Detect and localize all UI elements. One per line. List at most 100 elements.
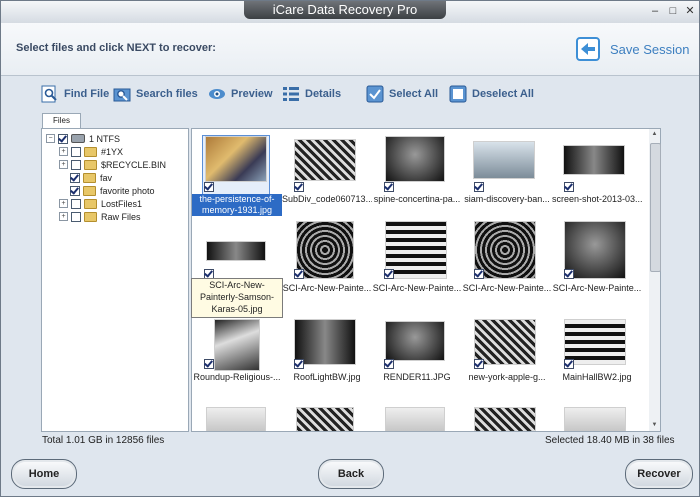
file-tile[interactable] xyxy=(192,405,282,431)
app-window: iCare Data Recovery Pro – □ ✕ Select fil… xyxy=(0,0,700,497)
tree-item-label: 1 NTFS xyxy=(89,133,121,144)
file-thumbnail xyxy=(564,407,626,431)
save-session-icon xyxy=(576,37,600,61)
header: Select files and click NEXT to recover: … xyxy=(1,23,699,76)
back-button[interactable]: Back xyxy=(318,459,384,489)
collapse-icon[interactable]: − xyxy=(46,134,55,143)
tree-checkbox[interactable] xyxy=(70,185,80,196)
deselect-all-icon xyxy=(449,85,467,103)
file-thumbnail xyxy=(474,407,536,431)
file-checkbox[interactable] xyxy=(474,182,484,192)
instruction-text: Select files and click NEXT to recover: xyxy=(16,42,216,54)
tree-checkbox[interactable] xyxy=(71,211,81,222)
file-checkbox[interactable] xyxy=(474,359,484,369)
file-checkbox[interactable] xyxy=(384,182,394,192)
vertical-scrollbar[interactable]: ▲ ▼ xyxy=(649,128,661,432)
deselect-all-button[interactable]: Deselect All xyxy=(449,84,534,104)
save-session-button[interactable]: Save Session xyxy=(575,34,690,64)
preview-button[interactable]: Preview xyxy=(208,84,273,104)
find-file-label: Find File xyxy=(64,88,110,100)
file-tile[interactable]: the-persistence-of-memory-1931.jpg xyxy=(192,131,282,227)
file-checkbox[interactable] xyxy=(384,269,394,279)
title-bar: iCare Data Recovery Pro – □ ✕ xyxy=(1,1,699,23)
file-checkbox[interactable] xyxy=(564,182,574,192)
file-thumbnail xyxy=(385,321,445,361)
details-button[interactable]: Details xyxy=(282,84,341,104)
tree-checkbox[interactable] xyxy=(71,146,81,157)
file-thumbnail xyxy=(205,136,267,182)
tree-item-raw-files[interactable]: + Raw Files xyxy=(59,210,141,223)
file-tile[interactable] xyxy=(462,405,552,431)
details-label: Details xyxy=(305,88,342,100)
scroll-down-icon[interactable]: ▼ xyxy=(649,420,660,431)
file-thumbnail xyxy=(385,221,447,279)
folder-icon xyxy=(84,198,97,209)
file-tile[interactable]: SCI-Arc-New-Painte... xyxy=(552,221,642,317)
file-tile[interactable]: SCI-Arc-New-Painte... xyxy=(282,221,372,317)
file-thumbnail xyxy=(385,136,445,182)
tree-checkbox[interactable] xyxy=(71,198,81,209)
select-all-icon xyxy=(366,85,384,103)
deselect-all-label: Deselect All xyxy=(472,88,534,100)
file-thumbnail xyxy=(214,319,260,371)
recover-button[interactable]: Recover xyxy=(625,459,693,489)
file-checkbox[interactable] xyxy=(564,269,574,279)
file-tile[interactable]: RoofLightBW.jpg xyxy=(282,315,372,411)
tree-item-1yx[interactable]: + #1YX xyxy=(59,145,123,158)
tree-item-recycle-bin[interactable]: + $RECYCLE.BIN xyxy=(59,158,166,171)
file-name: SCI-Arc-New-Painte... xyxy=(462,283,552,293)
expand-icon[interactable]: + xyxy=(59,160,68,169)
file-checkbox[interactable] xyxy=(204,359,214,369)
file-checkbox[interactable] xyxy=(564,359,574,369)
file-tile[interactable]: siam-discovery-ban... xyxy=(462,131,552,227)
select-all-button[interactable]: Select All xyxy=(366,84,438,104)
file-checkbox[interactable] xyxy=(384,359,394,369)
find-file-button[interactable]: Find File xyxy=(41,84,109,104)
tree-item-ntfs[interactable]: − 1 NTFS xyxy=(46,132,120,145)
file-checkbox[interactable] xyxy=(294,182,304,192)
file-tile[interactable]: SubDiv_code060713... xyxy=(282,131,372,227)
scroll-thumb[interactable] xyxy=(650,143,661,272)
folder-tree: − 1 NTFS + #1YX + $RECYCLE.BIN fav favor… xyxy=(41,128,189,432)
file-tile[interactable]: SCI-Arc-New-Painte... xyxy=(372,221,462,317)
tab-files[interactable]: Files xyxy=(42,113,81,128)
file-tile[interactable]: new-york-apple-g... xyxy=(462,315,552,411)
file-tile[interactable]: RENDER11.JPG xyxy=(372,315,462,411)
file-tile[interactable] xyxy=(282,405,372,431)
tree-item-label: Raw Files xyxy=(101,211,141,222)
tree-item-fav[interactable]: fav xyxy=(70,171,112,184)
file-name: spine-concertina-pa... xyxy=(373,194,461,204)
file-tile[interactable]: spine-concertina-pa... xyxy=(372,131,462,227)
tree-checkbox[interactable] xyxy=(71,159,81,170)
tree-item-favorite-photo[interactable]: favorite photo xyxy=(70,184,155,197)
expand-icon[interactable]: + xyxy=(59,212,68,221)
file-checkbox[interactable] xyxy=(294,359,304,369)
find-file-icon xyxy=(41,85,57,103)
file-checkbox[interactable] xyxy=(204,182,214,192)
file-name: SCI-Arc-New-Painte... xyxy=(282,283,372,293)
home-button[interactable]: Home xyxy=(11,459,77,489)
file-tile[interactable]: SCI-Arc-New-Painte... xyxy=(462,221,552,317)
folder-icon xyxy=(84,146,97,157)
file-tile[interactable]: screen-shot-2013-03... xyxy=(552,131,642,227)
minimize-icon[interactable]: – xyxy=(647,4,663,18)
tree-item-label: fav xyxy=(100,172,113,183)
file-tile[interactable]: MainHallBW2.jpg xyxy=(552,315,642,411)
file-tile[interactable] xyxy=(372,405,462,431)
scroll-up-icon[interactable]: ▲ xyxy=(649,129,660,140)
search-files-button[interactable]: Search files xyxy=(113,84,198,104)
expand-icon[interactable]: + xyxy=(59,199,68,208)
tree-item-label: LostFiles1 xyxy=(101,198,143,209)
tree-checkbox[interactable] xyxy=(70,172,80,183)
file-tile[interactable] xyxy=(552,405,642,431)
tree-item-lostfiles1[interactable]: + LostFiles1 xyxy=(59,197,142,210)
disk-icon xyxy=(71,134,85,143)
maximize-icon[interactable]: □ xyxy=(665,4,681,18)
expand-icon[interactable]: + xyxy=(59,147,68,156)
file-checkbox[interactable] xyxy=(294,269,304,279)
tree-checkbox[interactable] xyxy=(58,133,68,144)
close-icon[interactable]: ✕ xyxy=(682,4,698,18)
file-checkbox[interactable] xyxy=(474,269,484,279)
file-tile[interactable]: Roundup-Religious-... xyxy=(192,315,282,411)
file-name: the-persistence-of-memory-1931.jpg xyxy=(192,194,282,216)
